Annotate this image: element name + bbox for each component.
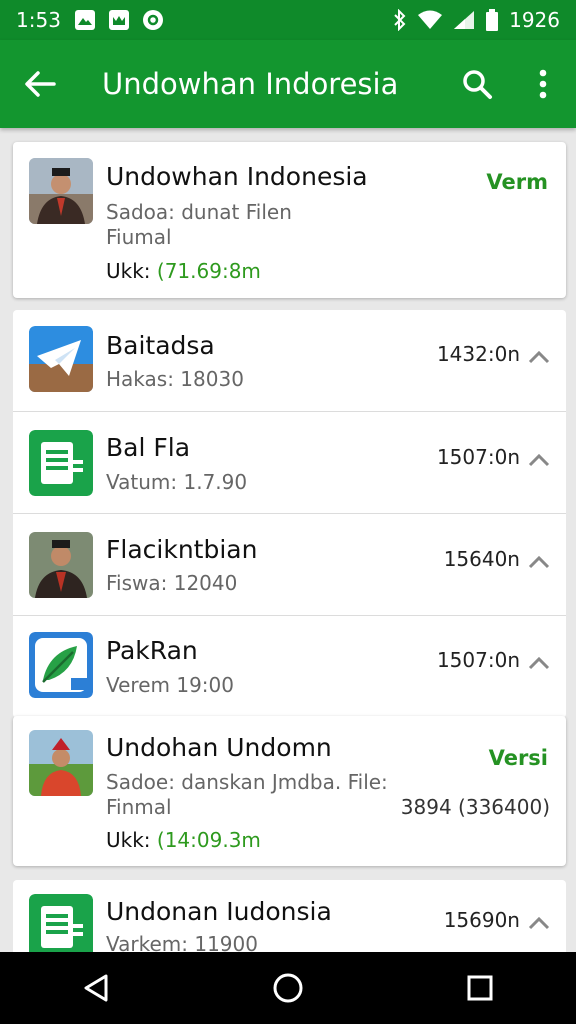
version-button[interactable]: Versi bbox=[489, 746, 548, 770]
item-size: 3894 (336400) bbox=[400, 795, 550, 819]
item-subtitle: Varkem: 11900 bbox=[106, 932, 258, 952]
list-item[interactable]: Bal Fla Vatum: 1.7.90 1507:0n bbox=[13, 412, 566, 514]
wifi-icon bbox=[418, 10, 443, 29]
item-time: 1432:0n bbox=[436, 342, 520, 366]
leaf-app-icon bbox=[29, 632, 93, 698]
page-title: Undowhan Indoresia bbox=[102, 67, 399, 101]
list-item[interactable]: Undowhan Indonesia Sadoa: dunat Filen Fi… bbox=[13, 142, 566, 298]
download-list: Undowhan Indonesia Sadoa: dunat Filen Fi… bbox=[0, 128, 576, 952]
chevron-up-icon[interactable] bbox=[528, 350, 550, 364]
list-item[interactable]: PakRan Verem 19:00 1507:0n bbox=[13, 616, 566, 718]
nav-back-button[interactable] bbox=[56, 952, 136, 1024]
nav-recents-button[interactable] bbox=[440, 952, 520, 1024]
nav-recents-icon bbox=[467, 975, 493, 1001]
item-title: PakRan bbox=[106, 636, 198, 665]
item-title: Flacikntbian bbox=[106, 535, 258, 564]
back-button[interactable] bbox=[0, 40, 80, 128]
item-title: Baitadsa bbox=[106, 331, 215, 360]
meta-value: (71.69:8m bbox=[156, 259, 261, 283]
person-thumbnail-icon bbox=[29, 158, 93, 224]
item-subtitle-cont: Fiumal bbox=[106, 225, 172, 249]
item-meta: Ukk: (14:09.3m bbox=[106, 828, 261, 852]
item-subtitle: Vatum: 1.7.90 bbox=[106, 470, 248, 494]
item-title: Bal Fla bbox=[106, 433, 191, 462]
item-meta: Ukk: (71.69:8m bbox=[106, 259, 261, 283]
item-subtitle: Sadoa: dunat Filen bbox=[106, 200, 292, 224]
overflow-menu-icon bbox=[539, 69, 547, 99]
search-button[interactable] bbox=[444, 40, 510, 128]
item-title: Undowhan Indonesia bbox=[106, 162, 368, 191]
list-item[interactable]: Baitadsa Hakas: 18030 1432:0n bbox=[13, 310, 566, 412]
item-subtitle-cont: Finmal bbox=[106, 795, 172, 819]
image-notification-icon bbox=[74, 10, 95, 30]
status-bar: 1:53 1926 bbox=[0, 0, 576, 40]
item-title: Undohan Undomn bbox=[106, 733, 332, 762]
item-time: 1507:0n bbox=[436, 445, 520, 469]
status-left: 1:53 bbox=[16, 8, 163, 32]
person-thumbnail-icon bbox=[29, 532, 93, 598]
list-item[interactable]: Flacikntbian Fiswa: 12040 15640n bbox=[13, 514, 566, 616]
nav-home-icon bbox=[273, 973, 303, 1003]
chevron-up-icon[interactable] bbox=[528, 656, 550, 670]
nav-home-button[interactable] bbox=[248, 952, 328, 1024]
item-subtitle: Fiswa: 12040 bbox=[106, 571, 238, 595]
item-subtitle: Sadoe: danskan Jmdba. File: bbox=[106, 770, 388, 794]
item-time: 1507:0n bbox=[436, 648, 520, 672]
status-right: 1926 bbox=[393, 8, 560, 32]
status-time: 1:53 bbox=[16, 8, 61, 32]
item-subtitle: Verem 19:00 bbox=[106, 673, 234, 697]
app-notification-icon bbox=[142, 10, 163, 30]
chevron-up-icon[interactable] bbox=[528, 453, 550, 467]
document-app-icon bbox=[29, 430, 93, 496]
back-arrow-icon bbox=[25, 71, 56, 97]
nav-back-icon bbox=[84, 974, 108, 1002]
meta-label: Ukk: bbox=[106, 259, 157, 283]
version-button[interactable]: Verm bbox=[486, 170, 548, 194]
telegram-app-icon bbox=[29, 326, 93, 392]
meta-value: (14:09.3m bbox=[156, 828, 261, 852]
item-time: 15640n bbox=[443, 547, 520, 571]
bluetooth-icon bbox=[394, 9, 406, 31]
battery-icon bbox=[486, 9, 499, 31]
list-item[interactable]: Undohan Undomn Sadoe: danskan Jmdba. Fil… bbox=[13, 716, 566, 866]
item-subtitle: Hakas: 18030 bbox=[106, 367, 244, 391]
person-thumbnail-icon bbox=[29, 730, 93, 796]
list-item[interactable]: Undonan Iudonsia Varkem: 11900 15690n bbox=[13, 880, 566, 952]
search-icon bbox=[463, 70, 492, 99]
item-title: Undonan Iudonsia bbox=[106, 897, 332, 926]
item-time: 15690n bbox=[443, 908, 520, 932]
chevron-up-icon[interactable] bbox=[528, 916, 550, 930]
system-nav-bar bbox=[0, 952, 576, 1024]
battery-label: 1926 bbox=[509, 8, 560, 32]
overflow-menu-button[interactable] bbox=[510, 40, 576, 128]
signal-icon bbox=[454, 11, 475, 29]
document-app-icon bbox=[29, 894, 93, 952]
app-bar: Undowhan Indoresia bbox=[0, 40, 576, 128]
chevron-up-icon[interactable] bbox=[528, 555, 550, 569]
meta-label: Ukk: bbox=[106, 828, 157, 852]
store-notification-icon bbox=[108, 10, 129, 30]
